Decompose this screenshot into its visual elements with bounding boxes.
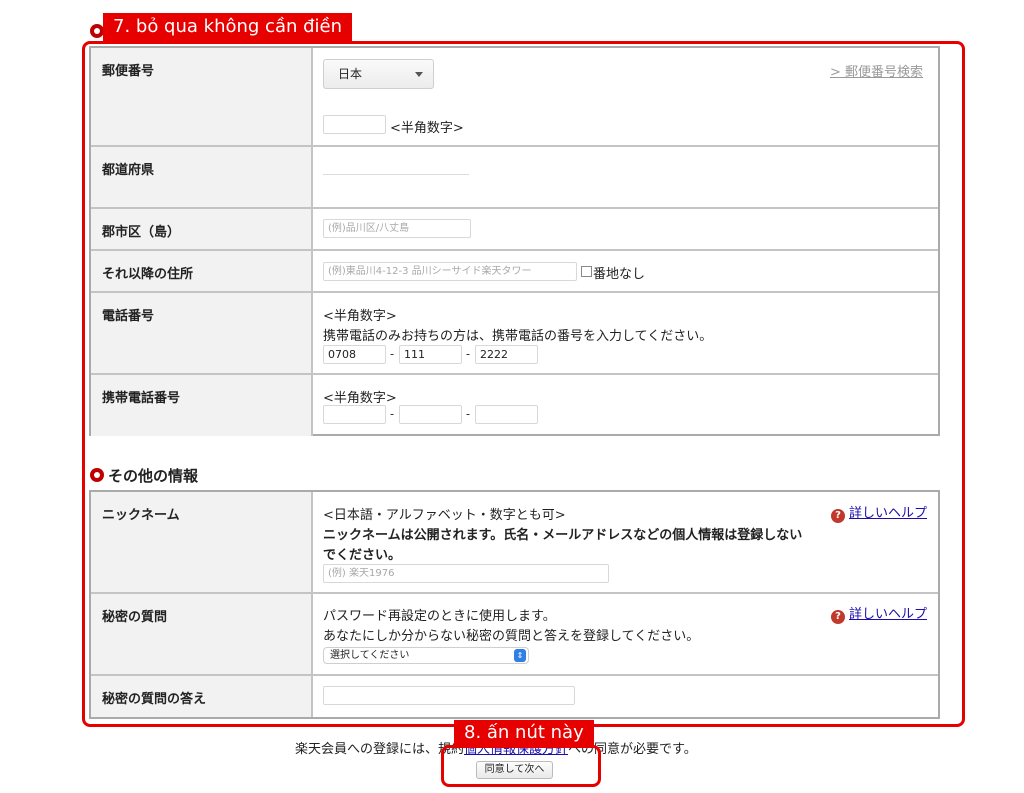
annotation-tag-7: 7. bỏ qua không cần điền bbox=[103, 13, 353, 41]
city-row: 郡市区（島） (例)品川区/八丈島 bbox=[91, 209, 938, 251]
mobile-row: 携帯電話番号 <半角数字> - - bbox=[91, 375, 938, 436]
mobile-separator: - bbox=[390, 407, 395, 421]
phone-input-2[interactable]: 111 bbox=[399, 345, 462, 364]
city-input[interactable]: (例)品川区/八丈島 bbox=[323, 219, 471, 238]
postal-hint: <半角数字> bbox=[390, 121, 464, 136]
nickname-warning: ニックネームは公開されます。氏名・メールアドレスなどの個人情報は登録しない bbox=[323, 528, 803, 543]
no-number-checkbox[interactable] bbox=[581, 266, 592, 277]
street-input[interactable]: (例)東品川4-12-3 品川シーサイド楽天タワー bbox=[323, 262, 577, 281]
secret-answer-label: 秘密の質問の答え bbox=[91, 676, 313, 717]
no-number-label: 番地なし bbox=[593, 267, 646, 282]
secret-question-select[interactable]: 選択してください ⇕ bbox=[323, 647, 529, 664]
mobile-input-2[interactable] bbox=[399, 405, 462, 424]
chevron-down-icon bbox=[415, 72, 423, 77]
mobile-input-1[interactable] bbox=[323, 405, 386, 424]
secret-question-line2: あなたにしか分からない秘密の質問と答えを登録してください。 bbox=[323, 629, 700, 644]
phone-label: 電話番号 bbox=[91, 293, 313, 373]
address-table: 郵便番号 日本 > 郵便番号検索 <半角数字> 都道府県 郡市区（島） (例)品… bbox=[89, 46, 940, 436]
prefecture-row: 都道府県 bbox=[91, 147, 938, 209]
street-label: それ以降の住所 bbox=[91, 251, 313, 291]
section-bullet-icon bbox=[90, 468, 104, 482]
postal-label: 郵便番号 bbox=[91, 48, 313, 145]
question-icon: ? bbox=[831, 610, 845, 624]
nickname-input[interactable]: (例) 楽天1976 bbox=[323, 564, 609, 583]
mobile-separator: - bbox=[466, 407, 471, 421]
phone-hint: <半角数字> bbox=[323, 309, 397, 324]
secret-question-label: 秘密の質問 bbox=[91, 594, 313, 674]
phone-separator: - bbox=[390, 347, 395, 361]
mobile-input-3[interactable] bbox=[475, 405, 538, 424]
secret-answer-row: 秘密の質問の答え bbox=[91, 676, 938, 717]
postal-code-input[interactable] bbox=[323, 115, 386, 134]
phone-input-1[interactable]: 0708 bbox=[323, 345, 386, 364]
street-row: それ以降の住所 (例)東品川4-12-3 品川シーサイド楽天タワー 番地なし bbox=[91, 251, 938, 293]
secret-answer-input[interactable] bbox=[323, 686, 575, 705]
select-arrows-icon: ⇕ bbox=[514, 649, 526, 662]
other-info-table: ニックネーム <日本語・アルファベット・数字とも可> ニックネームは公開されます… bbox=[89, 490, 940, 719]
agree-next-button[interactable]: 同意して次へ bbox=[476, 761, 553, 779]
city-label: 郡市区（島） bbox=[91, 209, 313, 249]
secret-question-row: 秘密の質問 パスワード再設定のときに使用します。 あなたにしか分からない秘密の質… bbox=[91, 594, 938, 676]
postal-search-link[interactable]: > 郵便番号検索 bbox=[830, 61, 923, 80]
country-select[interactable]: 日本 bbox=[323, 59, 434, 89]
secret-question-select-value: 選択してください bbox=[330, 650, 410, 661]
nickname-help-link[interactable]: ? 詳しいヘルプ bbox=[831, 502, 927, 523]
mobile-label: 携帯電話番号 bbox=[91, 375, 313, 436]
phone-note: 携帯電話のみお持ちの方は、携帯電話の番号を入力してください。 bbox=[323, 329, 713, 344]
mobile-hint: <半角数字> bbox=[323, 391, 397, 406]
annotation-tag-8: 8. ấn nút này bbox=[454, 720, 594, 746]
phone-row: 電話番号 <半角数字> 携帯電話のみお持ちの方は、携帯電話の番号を入力してくださ… bbox=[91, 293, 938, 375]
other-info-title: その他の情報 bbox=[108, 467, 199, 485]
prefecture-label: 都道府県 bbox=[91, 147, 313, 207]
secret-question-help-link[interactable]: ? 詳しいヘルプ bbox=[831, 603, 927, 624]
nickname-row: ニックネーム <日本語・アルファベット・数字とも可> ニックネームは公開されます… bbox=[91, 492, 938, 594]
nickname-label: ニックネーム bbox=[91, 492, 313, 592]
postal-row: 郵便番号 日本 > 郵便番号検索 <半角数字> bbox=[91, 48, 938, 147]
question-icon: ? bbox=[831, 509, 845, 523]
nickname-hint: <日本語・アルファベット・数字とも可> bbox=[323, 508, 566, 523]
nickname-warning-cont: でください。 bbox=[323, 548, 402, 563]
prefecture-select[interactable] bbox=[323, 156, 469, 175]
secret-question-line1: パスワード再設定のときに使用します。 bbox=[323, 609, 556, 624]
phone-input-3[interactable]: 2222 bbox=[475, 345, 538, 364]
section-bullet-icon bbox=[90, 24, 104, 38]
phone-separator: - bbox=[466, 347, 471, 361]
country-select-value: 日本 bbox=[338, 67, 363, 81]
